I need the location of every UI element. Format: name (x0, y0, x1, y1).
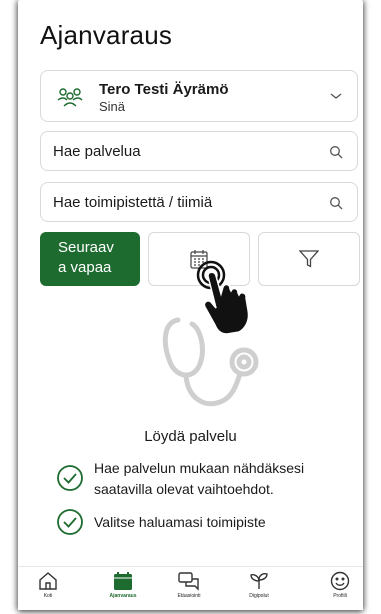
page-title: Ajanvaraus (40, 20, 173, 50)
bottom-nav: Koti Ajanvaraus Etäasiointi Digipolut Pr… (18, 566, 363, 610)
service-search-input[interactable]: Hae palvelua (40, 131, 358, 171)
chevron-down-icon (330, 93, 342, 99)
location-search-input[interactable]: Hae toimipistettä / tiimiä (40, 182, 358, 222)
person-name: Tero Testi Äyrämö (99, 81, 229, 98)
nav-label: Digipolut (249, 593, 269, 599)
home-icon (39, 572, 57, 590)
location-search-placeholder: Hae toimipistettä / tiimiä (53, 194, 213, 211)
nav-item-ajanvaraus[interactable]: Ajanvaraus (93, 571, 153, 599)
search-icon (330, 146, 343, 159)
nav-label: Profiili (333, 593, 347, 599)
nav-label: Koti (43, 593, 53, 599)
nav-item-koti[interactable]: Koti (18, 571, 78, 599)
stethoscope-icon (162, 317, 259, 407)
chat-icon (178, 572, 199, 591)
nav-label: Etäasiointi (177, 593, 201, 599)
hint-text: Hae palvelun mukaan nähdäksesi saatavill… (94, 460, 305, 497)
check-circle-icon (57, 509, 83, 535)
sprout-icon (250, 573, 268, 589)
people-icon (57, 88, 83, 107)
empty-state-heading: Löydä palvelu (144, 428, 237, 445)
smiley-icon (330, 571, 350, 591)
hint-text: Valitse haluamasi toimipiste (94, 514, 266, 530)
check-circle-icon (57, 465, 83, 491)
nav-item-profiili[interactable]: Profiili (310, 571, 370, 599)
nav-label: Ajanvaraus (109, 593, 137, 599)
calendar-icon (114, 572, 132, 590)
person-selector[interactable]: Tero Testi Äyrämö Sinä (40, 70, 358, 122)
app-screen: Ajanvaraus Tero Testi Äyrämö Sinä Hae pa… (18, 0, 363, 610)
next-free-button[interactable]: Seuraav a vapaa (40, 232, 140, 286)
person-subtitle: Sinä (99, 99, 126, 114)
filter-icon (299, 250, 319, 268)
nav-item-etaasiointi[interactable]: Etäasiointi (159, 571, 219, 599)
service-search-placeholder: Hae palvelua (53, 143, 141, 160)
next-free-label: Seuraav a vapaa (58, 239, 114, 276)
filter-button[interactable] (258, 232, 360, 286)
search-icon (330, 197, 343, 210)
nav-item-digipolut[interactable]: Digipolut (229, 571, 289, 599)
